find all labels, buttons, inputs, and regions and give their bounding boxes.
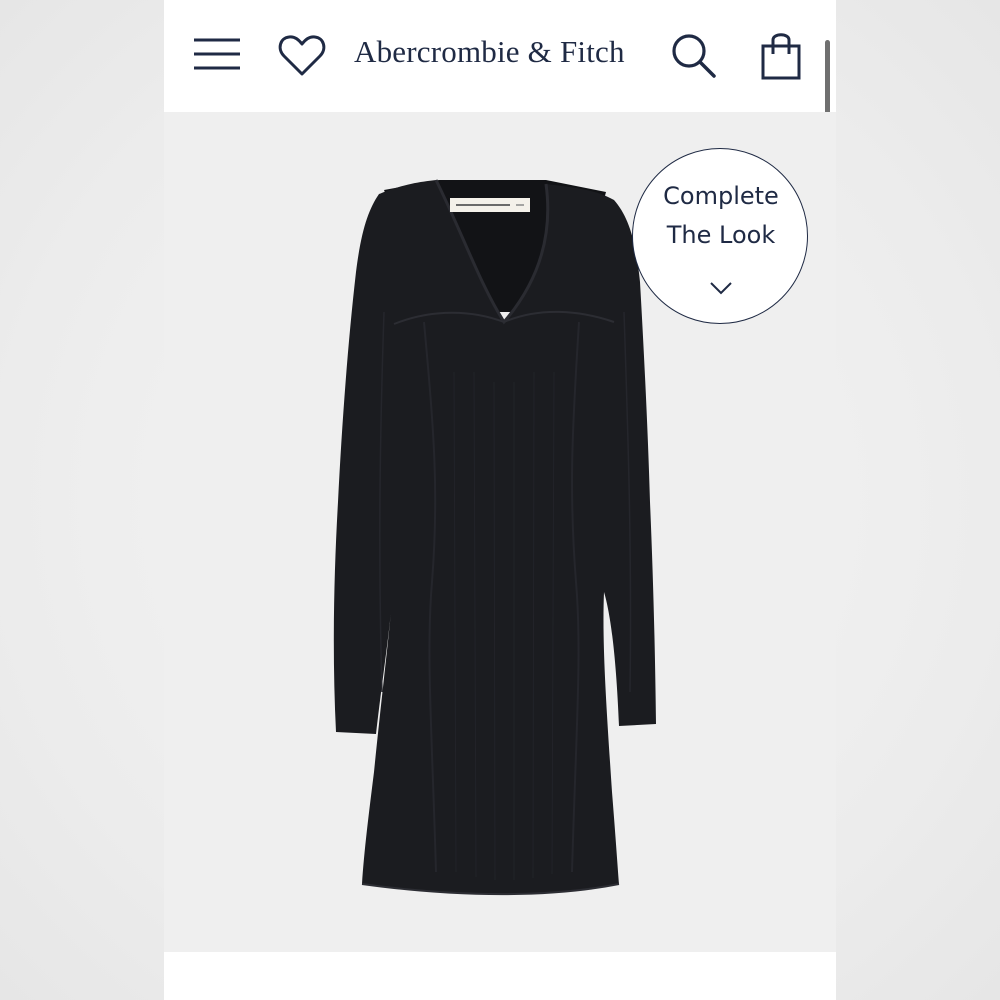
heart-icon[interactable] xyxy=(278,34,326,78)
shopping-bag-icon[interactable] xyxy=(760,30,804,80)
complete-the-look-label-line2: The Look xyxy=(666,221,776,249)
menu-icon[interactable] xyxy=(194,36,240,72)
product-image-dress[interactable] xyxy=(314,172,694,942)
complete-the-look-button[interactable]: Complete The Look xyxy=(632,148,808,324)
brand-logo[interactable]: Abercrombie & Fitch xyxy=(354,30,646,74)
phone-screen: Abercrombie & Fitch Complete The Look xyxy=(164,0,836,1000)
site-header: Abercrombie & Fitch xyxy=(164,0,836,112)
complete-the-look-label-line1: Complete xyxy=(663,182,779,210)
search-icon[interactable] xyxy=(670,32,716,78)
bottom-bar xyxy=(164,952,836,1000)
chevron-down-icon xyxy=(709,273,733,295)
